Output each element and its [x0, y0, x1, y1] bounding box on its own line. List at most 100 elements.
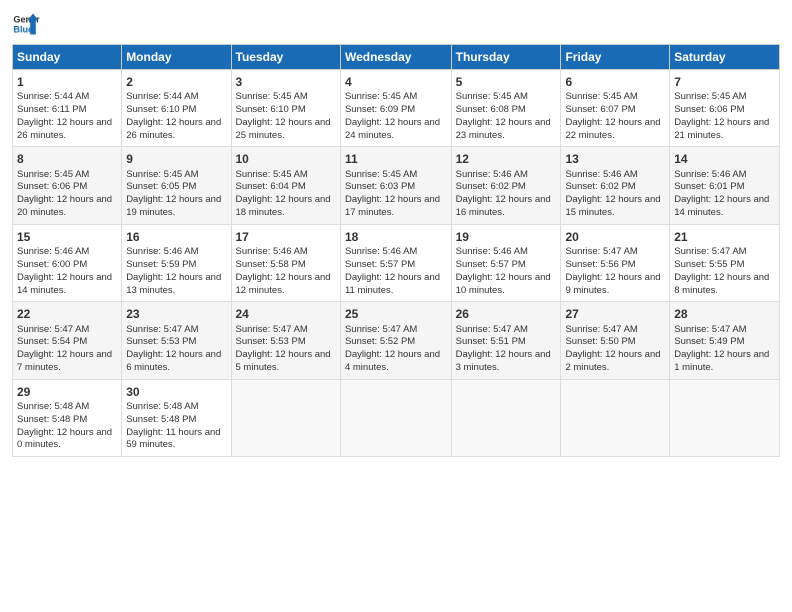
- calendar-week: 1Sunrise: 5:44 AMSunset: 6:11 PMDaylight…: [13, 70, 780, 147]
- day-number: 19: [456, 229, 557, 245]
- table-row: 6Sunrise: 5:45 AMSunset: 6:07 PMDaylight…: [561, 70, 670, 147]
- daylight: Daylight: 12 hours and 13 minutes.: [126, 272, 221, 296]
- sunrise: Sunrise: 5:48 AM: [17, 401, 89, 412]
- daylight: Daylight: 12 hours and 3 minutes.: [456, 349, 551, 373]
- sunset: Sunset: 6:10 PM: [126, 104, 196, 115]
- daylight: Daylight: 12 hours and 24 minutes.: [345, 117, 440, 141]
- daylight: Daylight: 12 hours and 19 minutes.: [126, 194, 221, 218]
- sunrise: Sunrise: 5:47 AM: [17, 324, 89, 335]
- logo: General Blue: [12, 10, 40, 38]
- sunrise: Sunrise: 5:46 AM: [674, 169, 746, 180]
- daylight: Daylight: 12 hours and 8 minutes.: [674, 272, 769, 296]
- day-number: 17: [236, 229, 336, 245]
- sunset: Sunset: 5:55 PM: [674, 259, 744, 270]
- table-row: 3Sunrise: 5:45 AMSunset: 6:10 PMDaylight…: [231, 70, 340, 147]
- day-number: 12: [456, 151, 557, 167]
- daylight: Daylight: 12 hours and 2 minutes.: [565, 349, 660, 373]
- table-row: 21Sunrise: 5:47 AMSunset: 5:55 PMDayligh…: [670, 224, 780, 301]
- sunset: Sunset: 5:48 PM: [126, 414, 196, 425]
- sunrise: Sunrise: 5:45 AM: [17, 169, 89, 180]
- sunset: Sunset: 6:04 PM: [236, 181, 306, 192]
- sunrise: Sunrise: 5:46 AM: [236, 246, 308, 257]
- table-row: [340, 379, 451, 456]
- sunset: Sunset: 6:07 PM: [565, 104, 635, 115]
- sunset: Sunset: 6:09 PM: [345, 104, 415, 115]
- sunset: Sunset: 6:11 PM: [17, 104, 87, 115]
- table-row: [561, 379, 670, 456]
- daylight: Daylight: 12 hours and 12 minutes.: [236, 272, 331, 296]
- table-row: 14 Sunrise: 5:46 AMSunset: 6:01 PM Dayligh…: [670, 147, 780, 224]
- table-row: 1Sunrise: 5:44 AMSunset: 6:11 PMDaylight…: [13, 70, 122, 147]
- day-number: 11: [345, 151, 447, 167]
- table-row: 11Sunrise: 5:45 AMSunset: 6:03 PMDayligh…: [340, 147, 451, 224]
- svg-text:Blue: Blue: [13, 24, 33, 34]
- table-row: 7Sunrise: 5:45 AM Sunset: 6:06 PM Daylight…: [670, 70, 780, 147]
- daylight: Daylight: 12 hours and 0 minutes.: [17, 427, 112, 451]
- sunset: Sunset: 5:56 PM: [565, 259, 635, 270]
- table-row: 30Sunrise: 5:48 AM Sunset: 5:48 PM Dayligh…: [122, 379, 231, 456]
- sunset: Sunset: 5:57 PM: [345, 259, 415, 270]
- table-row: 28Sunrise: 5:47 AMSunset: 5:49 PMDayligh…: [670, 302, 780, 379]
- sunrise: Sunrise: 5:47 AM: [236, 324, 308, 335]
- table-row: 13Sunrise: 5:46 AMSunset: 6:02 PMDayligh…: [561, 147, 670, 224]
- day-number: 30: [126, 384, 226, 400]
- day-number: 9: [126, 151, 226, 167]
- daylight: Daylight: 12 hours and 9 minutes.: [565, 272, 660, 296]
- table-row: 25Sunrise: 5:47 AMSunset: 5:52 PMDayligh…: [340, 302, 451, 379]
- col-saturday: Saturday: [670, 45, 780, 70]
- col-tuesday: Tuesday: [231, 45, 340, 70]
- sunrise: Sunrise: 5:48 AM: [126, 401, 198, 412]
- day-number: 27: [565, 306, 665, 322]
- col-thursday: Thursday: [451, 45, 561, 70]
- day-number: 25: [345, 306, 447, 322]
- sunset: Sunset: 6:03 PM: [345, 181, 415, 192]
- sunrise: Sunrise: 5:46 AM: [456, 169, 528, 180]
- header: General Blue: [12, 10, 780, 38]
- sunrise: Sunrise: 5:47 AM: [456, 324, 528, 335]
- table-row: 29Sunrise: 5:48 AMSunset: 5:48 PMDayligh…: [13, 379, 122, 456]
- table-row: 24Sunrise: 5:47 AMSunset: 5:53 PMDayligh…: [231, 302, 340, 379]
- sunrise: Sunrise: 5:45 AM: [126, 169, 198, 180]
- sunset: Sunset: 5:54 PM: [17, 336, 87, 347]
- sunrise: Sunrise: 5:45 AM: [236, 91, 308, 102]
- sunrise: Sunrise: 5:46 AM: [126, 246, 198, 257]
- sunset: Sunset: 6:10 PM: [236, 104, 306, 115]
- col-monday: Monday: [122, 45, 231, 70]
- col-wednesday: Wednesday: [340, 45, 451, 70]
- sunrise: Sunrise: 5:45 AM: [674, 91, 746, 102]
- day-number: 21: [674, 229, 775, 245]
- day-number: 7: [674, 74, 775, 90]
- sunset: Sunset: 6:02 PM: [456, 181, 526, 192]
- table-row: 17Sunrise: 5:46 AMSunset: 5:58 PMDayligh…: [231, 224, 340, 301]
- day-number: 14: [674, 151, 775, 167]
- sunset: Sunset: 5:51 PM: [456, 336, 526, 347]
- day-number: 22: [17, 306, 117, 322]
- sunset: Sunset: 5:49 PM: [674, 336, 744, 347]
- daylight: Daylight: 12 hours and 14 minutes.: [674, 194, 769, 218]
- sunrise: Sunrise: 5:46 AM: [345, 246, 417, 257]
- day-number: 6: [565, 74, 665, 90]
- sunset: Sunset: 6:08 PM: [456, 104, 526, 115]
- daylight: Daylight: 12 hours and 22 minutes.: [565, 117, 660, 141]
- daylight: Daylight: 12 hours and 21 minutes.: [674, 117, 769, 141]
- sunset: Sunset: 6:06 PM: [674, 104, 744, 115]
- page-container: General Blue Sunday Monday Tuesday Wedne…: [0, 0, 792, 467]
- table-row: 12Sunrise: 5:46 AMSunset: 6:02 PMDayligh…: [451, 147, 561, 224]
- table-row: 20Sunrise: 5:47 AMSunset: 5:56 PMDayligh…: [561, 224, 670, 301]
- sunset: Sunset: 6:01 PM: [674, 181, 744, 192]
- day-number: 1: [17, 74, 117, 90]
- sunrise: Sunrise: 5:45 AM: [236, 169, 308, 180]
- day-number: 26: [456, 306, 557, 322]
- calendar-week: 22Sunrise: 5:47 AMSunset: 5:54 PMDayligh…: [13, 302, 780, 379]
- sunset: Sunset: 6:06 PM: [17, 181, 87, 192]
- day-number: 18: [345, 229, 447, 245]
- table-row: 16Sunrise: 5:46 AMSunset: 5:59 PMDayligh…: [122, 224, 231, 301]
- sunrise: Sunrise: 5:47 AM: [674, 324, 746, 335]
- daylight: Daylight: 12 hours and 18 minutes.: [236, 194, 331, 218]
- daylight: Daylight: 11 hours and 59 minutes.: [126, 427, 220, 451]
- daylight: Daylight: 12 hours and 10 minutes.: [456, 272, 551, 296]
- day-number: 20: [565, 229, 665, 245]
- sunrise: Sunrise: 5:46 AM: [17, 246, 89, 257]
- table-row: 22Sunrise: 5:47 AMSunset: 5:54 PMDayligh…: [13, 302, 122, 379]
- table-row: 18Sunrise: 5:46 AMSunset: 5:57 PMDayligh…: [340, 224, 451, 301]
